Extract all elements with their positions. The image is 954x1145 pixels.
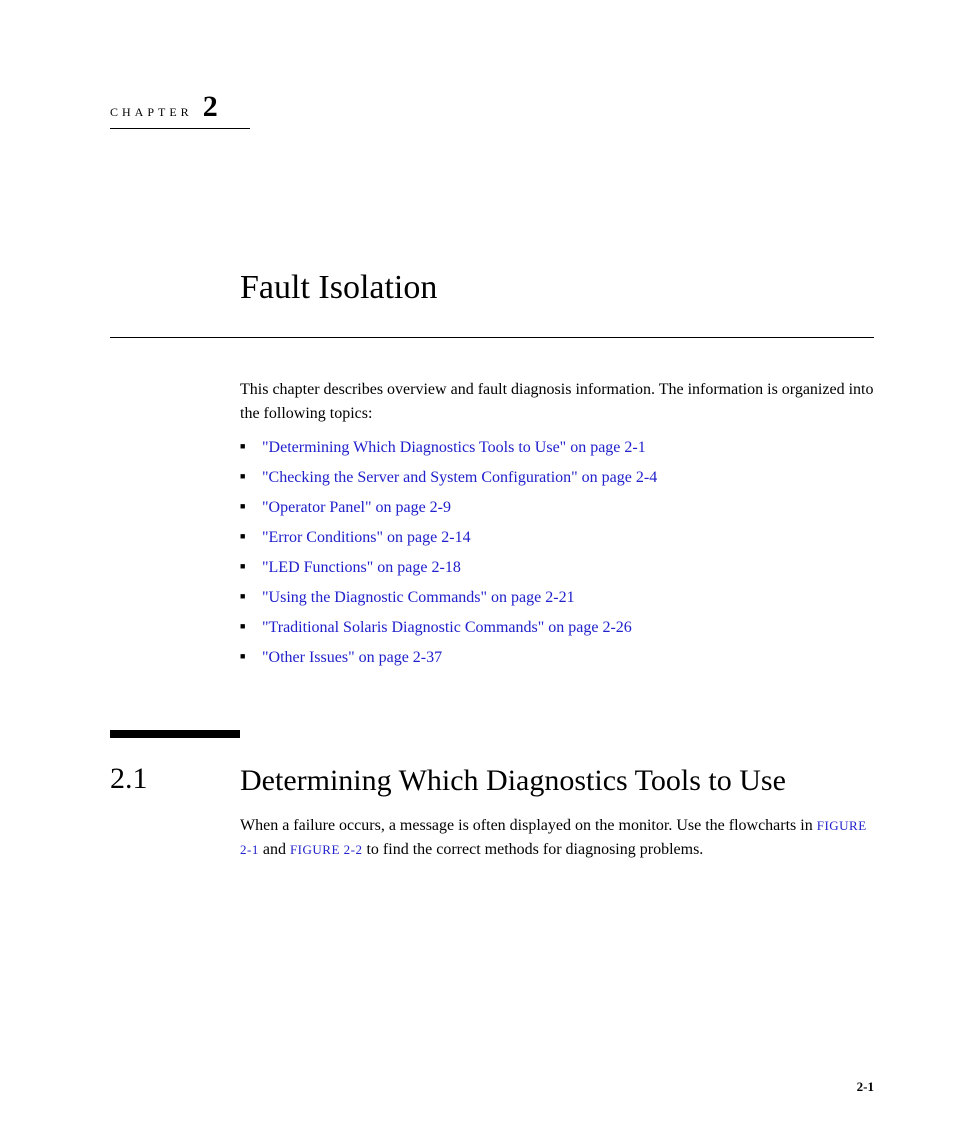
section-text-post: to find the correct methods for diagnosi… <box>362 841 703 858</box>
topic-list: "Determining Which Diagnostics Tools to … <box>240 436 874 670</box>
topic-link[interactable]: "Other Issues" on page 2-37 <box>262 649 442 666</box>
title-rule <box>110 337 874 338</box>
page-number: 2-1 <box>857 1079 874 1095</box>
topic-link[interactable]: "LED Functions" on page 2-18 <box>262 559 461 576</box>
topic-link[interactable]: "Checking the Server and System Configur… <box>262 469 657 486</box>
topic-link[interactable]: "Determining Which Diagnostics Tools to … <box>262 439 646 456</box>
topic-link[interactable]: "Error Conditions" on page 2-14 <box>262 529 471 546</box>
intro-text: This chapter describes overview and faul… <box>240 378 874 426</box>
chapter-heading-rule: CHAPTER 2 <box>110 90 250 129</box>
topic-item: "Determining Which Diagnostics Tools to … <box>240 436 874 460</box>
topic-item: "LED Functions" on page 2-18 <box>240 556 874 580</box>
topic-item: "Checking the Server and System Configur… <box>240 466 874 490</box>
section-body: When a failure occurs, a message is ofte… <box>240 814 874 862</box>
chapter-label: CHAPTER <box>110 105 193 120</box>
topic-item: "Other Issues" on page 2-37 <box>240 646 874 670</box>
topic-link[interactable]: "Operator Panel" on page 2-9 <box>262 499 451 516</box>
topic-link[interactable]: "Traditional Solaris Diagnostic Commands… <box>262 619 632 636</box>
section-title: Determining Which Diagnostics Tools to U… <box>240 762 786 800</box>
topic-item: "Using the Diagnostic Commands" on page … <box>240 586 874 610</box>
topic-item: "Error Conditions" on page 2-14 <box>240 526 874 550</box>
topic-link[interactable]: "Using the Diagnostic Commands" on page … <box>262 589 575 606</box>
section-text-mid: and <box>259 841 290 858</box>
section-number: 2.1 <box>110 762 240 796</box>
topic-item: "Operator Panel" on page 2-9 <box>240 496 874 520</box>
section-heading: 2.1 Determining Which Diagnostics Tools … <box>110 762 874 800</box>
section-marker <box>110 730 240 738</box>
topic-item: "Traditional Solaris Diagnostic Commands… <box>240 616 874 640</box>
section-text-pre: When a failure occurs, a message is ofte… <box>240 817 817 834</box>
chapter-title: Fault Isolation <box>240 269 874 307</box>
chapter-number: 2 <box>203 90 218 124</box>
intro-block: This chapter describes overview and faul… <box>240 378 874 670</box>
figure-ref-2[interactable]: FIGURE 2-2 <box>290 842 363 857</box>
